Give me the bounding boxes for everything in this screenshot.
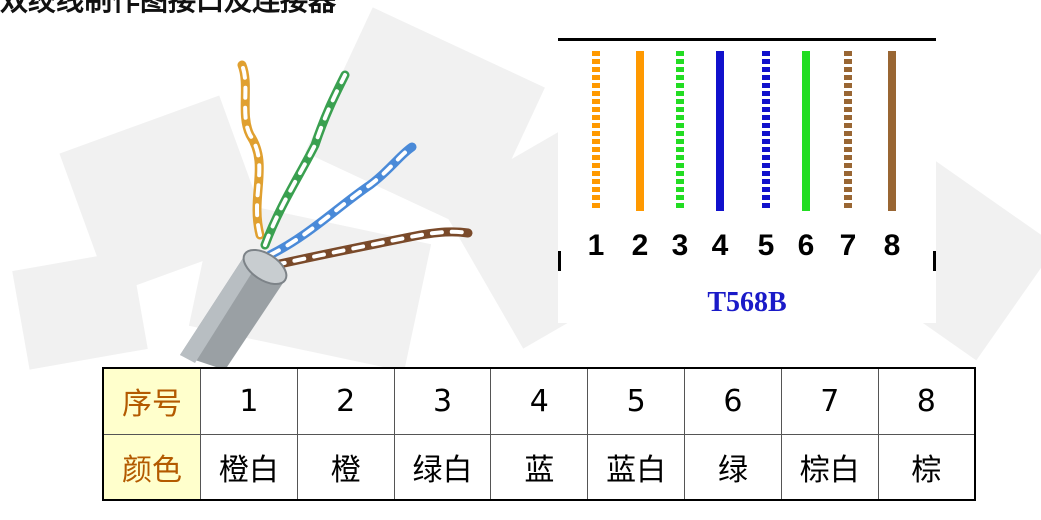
cable-illustration	[180, 60, 473, 370]
pin-number-1: 1	[587, 229, 605, 262]
pin-number-2: 2	[631, 229, 649, 262]
table-cell: 橙白	[200, 433, 298, 501]
pin-number-4: 4	[711, 229, 729, 262]
diagram-left-edge	[558, 251, 561, 271]
table-cell: 8	[877, 367, 976, 435]
table-header-color: 颜色	[102, 433, 201, 501]
table-cell: 6	[684, 367, 782, 435]
standard-label: T568B	[707, 287, 787, 318]
page-title: 双绞线制作图接口及连接器	[0, 0, 420, 16]
table-cell: 3	[393, 367, 492, 435]
wire-2	[636, 51, 644, 211]
diagram-right-edge	[933, 251, 936, 271]
wire-8	[888, 51, 896, 211]
table-cell: 橙	[296, 433, 395, 501]
table-row-number: 序号 1 2 3 4 5 6 7 8	[102, 367, 976, 435]
table-cell: 4	[490, 367, 589, 435]
pin-number-6: 6	[797, 229, 815, 262]
table-header-number: 序号	[102, 367, 201, 435]
table-cell: 蓝	[490, 433, 589, 501]
wire-3	[676, 51, 684, 211]
pin-number-3: 3	[671, 229, 689, 262]
table-cell: 棕白	[780, 433, 879, 501]
table-cell: 1	[200, 367, 298, 435]
pinout-table: 序号 1 2 3 4 5 6 7 8 颜色 橙白 橙 绿白 蓝 蓝白 绿 棕白 …	[102, 367, 976, 501]
table-cell: 绿	[684, 433, 782, 501]
wire-5	[762, 51, 770, 211]
table-cell: 7	[780, 367, 879, 435]
wire-4	[716, 51, 724, 211]
table-cell: 棕	[877, 433, 976, 501]
wire-6	[802, 51, 810, 211]
pin-number-5: 5	[757, 229, 775, 262]
pin-number-8: 8	[883, 229, 901, 262]
background-shape	[12, 250, 148, 370]
table-cell: 绿白	[393, 433, 492, 501]
t568b-diagram: 1 2 3 4 5 6 7 8 T568B	[558, 38, 936, 323]
wire-1	[592, 51, 600, 211]
table-cell: 5	[587, 367, 686, 435]
table-cell: 2	[296, 367, 395, 435]
pin-number-7: 7	[839, 229, 857, 262]
wire-7	[844, 51, 852, 211]
table-row-color: 颜色 橙白 橙 绿白 蓝 蓝白 绿 棕白 棕	[102, 433, 976, 501]
table-cell: 蓝白	[587, 433, 686, 501]
